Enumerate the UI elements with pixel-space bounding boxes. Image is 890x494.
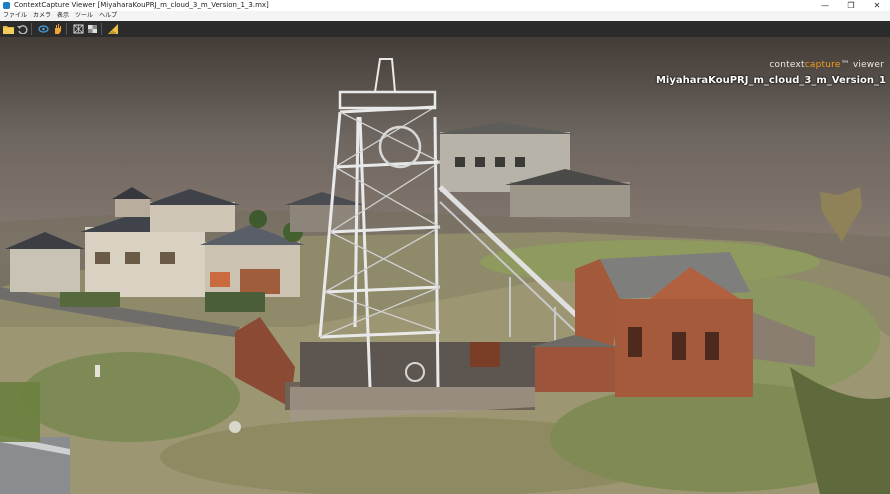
toolbar-separator xyxy=(66,23,67,35)
pan-hand-icon[interactable] xyxy=(51,23,63,35)
undo-icon[interactable] xyxy=(16,23,28,35)
menu-file[interactable]: ファイル xyxy=(0,11,30,21)
toolbar xyxy=(0,21,890,37)
menu-camera[interactable]: カメラ xyxy=(30,11,54,21)
menu-view[interactable]: 表示 xyxy=(54,11,72,21)
orbit-icon[interactable] xyxy=(37,23,49,35)
app-window: ContextCapture Viewer [MiyaharaKouPRJ_m_… xyxy=(0,0,890,494)
3d-viewport[interactable]: contextcapture™ viewer MiyaharaKouPRJ_m_… xyxy=(0,37,890,494)
wireframe-icon[interactable] xyxy=(72,23,84,35)
contextcapture-viewer-logo: contextcapture™ viewer xyxy=(769,60,884,70)
menu-help[interactable]: ヘルプ xyxy=(96,11,120,21)
title-bar: ContextCapture Viewer [MiyaharaKouPRJ_m_… xyxy=(0,0,890,11)
brand-accent: capture xyxy=(804,60,841,70)
texture-icon[interactable] xyxy=(86,23,98,35)
close-button[interactable]: ✕ xyxy=(864,0,890,11)
brand-suffix: ™ viewer xyxy=(840,60,884,70)
menu-bar: ファイル カメラ 表示 ツール ヘルプ xyxy=(0,11,890,21)
toolbar-separator xyxy=(31,23,32,35)
open-folder-icon[interactable] xyxy=(2,23,14,35)
minimize-button[interactable]: — xyxy=(812,0,838,11)
window-controls: — ❐ ✕ xyxy=(812,0,890,11)
window-title: ContextCapture Viewer [MiyaharaKouPRJ_m_… xyxy=(14,1,269,9)
toolbar-separator xyxy=(101,23,102,35)
app-icon xyxy=(3,2,10,9)
measure-icon[interactable] xyxy=(107,23,119,35)
restore-button[interactable]: ❐ xyxy=(838,0,864,11)
model-name-label: MiyaharaKouPRJ_m_cloud_3_m_Version_1 xyxy=(655,75,886,86)
3d-model-scene[interactable] xyxy=(0,37,890,494)
brand-prefix: context xyxy=(769,60,805,70)
menu-tools[interactable]: ツール xyxy=(72,11,96,21)
